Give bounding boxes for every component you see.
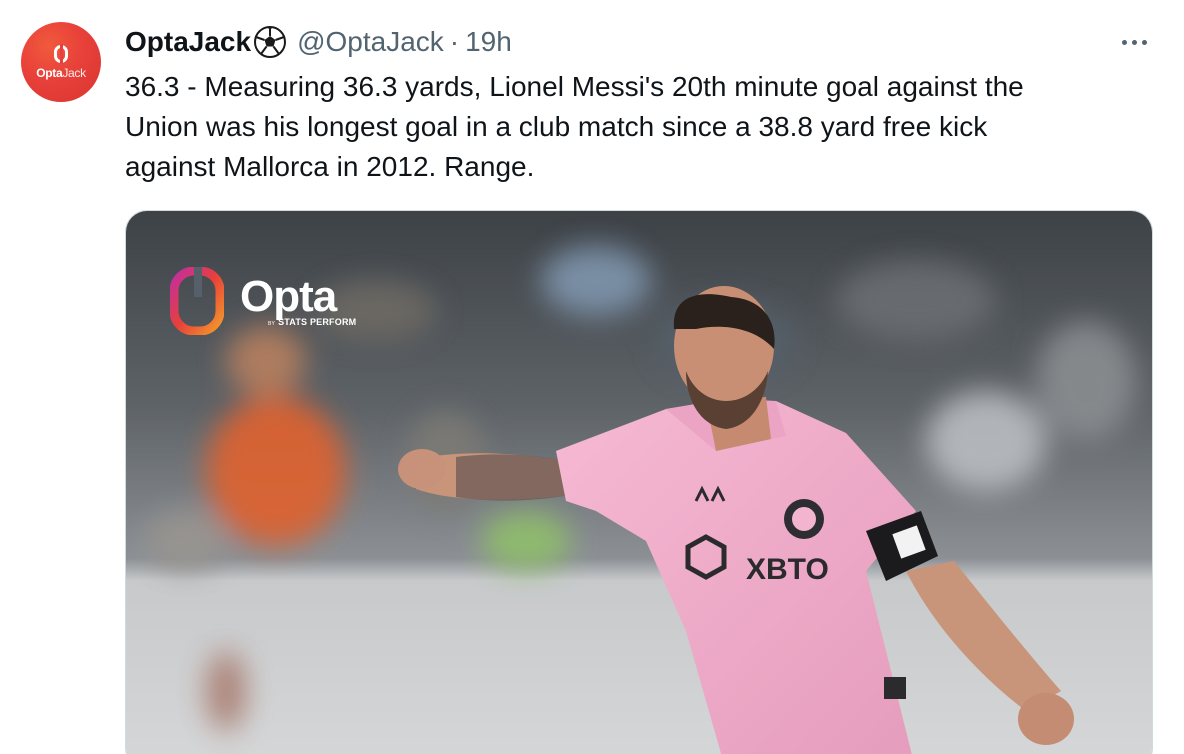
opta-logo-icon <box>170 267 224 335</box>
separator-dot: · <box>449 26 460 57</box>
avatar[interactable]: OptaJack <box>21 22 101 102</box>
opta-wordmark: Opta <box>240 272 337 321</box>
tweet-text-line: 36.3 - Measuring 36.3 yards, Lionel Mess… <box>125 71 1024 102</box>
tweet-header: OptaJack @OptaJack · 19h <box>125 24 512 60</box>
timestamp[interactable]: 19h <box>465 26 512 58</box>
tweet-card[interactable]: OptaJack OptaJack @OptaJack · 19h 36.3 -… <box>0 0 1184 754</box>
handle[interactable]: @OptaJack <box>297 26 444 58</box>
soccer-ball-icon <box>254 26 287 58</box>
tweet-text: 36.3 - Measuring 36.3 yards, Lionel Mess… <box>125 67 1145 187</box>
opta-logo: Opta BY STATS PERFORM <box>170 267 356 335</box>
opta-avatar-mark-icon <box>54 43 68 64</box>
tweet-text-line: Union was his longest goal in a club mat… <box>125 111 988 142</box>
avatar-label: OptaJack <box>36 65 86 80</box>
tweet-text-line: against Mallorca in 2012. Range. <box>125 151 535 182</box>
more-icon[interactable] <box>1112 28 1156 56</box>
tweet-media-image[interactable]: XBTO Opta BY STATS PERFORM <box>125 210 1153 754</box>
sponsor-label: XBTO <box>746 553 829 586</box>
display-name[interactable]: OptaJack <box>125 26 251 58</box>
